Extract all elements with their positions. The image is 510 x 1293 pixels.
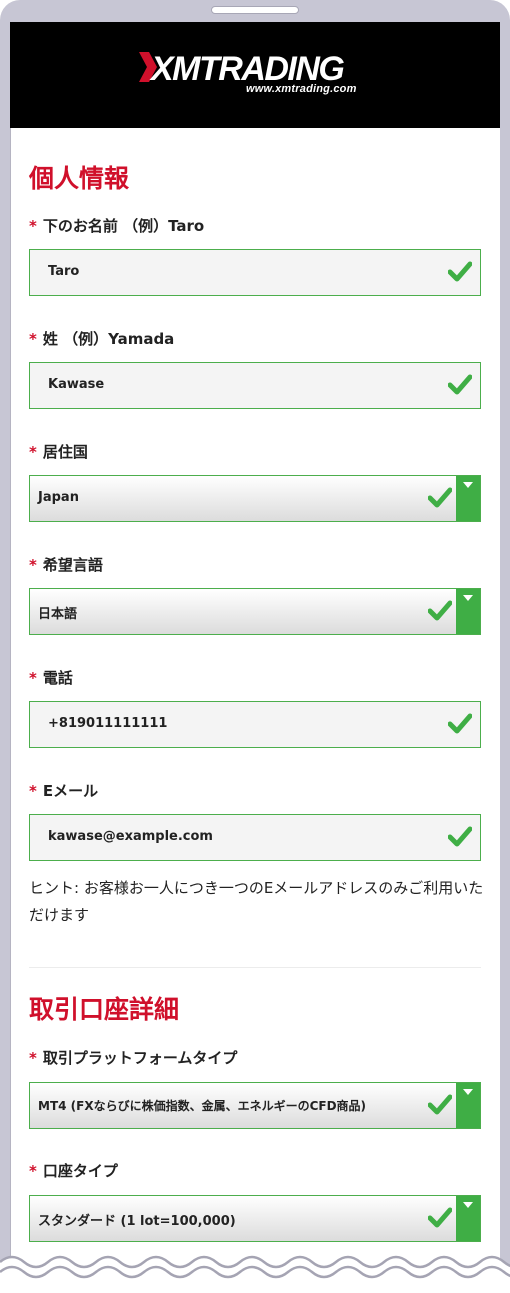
required-marker: * bbox=[29, 1162, 37, 1180]
checkmark-icon bbox=[448, 261, 472, 282]
last-name-field[interactable]: Kawase bbox=[29, 362, 481, 409]
torn-edge bbox=[0, 1255, 510, 1293]
dropdown-button[interactable] bbox=[456, 1196, 480, 1241]
dropdown-button[interactable] bbox=[456, 589, 480, 634]
section-divider bbox=[29, 967, 481, 968]
email-label-text: Eメール bbox=[42, 782, 99, 800]
caret-down-icon bbox=[463, 1202, 473, 1208]
last-name-label-text: 姓 （例）Yamada bbox=[42, 330, 175, 348]
first-name-value: Taro bbox=[48, 264, 80, 279]
language-label: * 希望言語 bbox=[29, 554, 103, 575]
checkmark-icon bbox=[448, 713, 472, 734]
first-name-field[interactable]: Taro bbox=[29, 249, 481, 296]
required-marker: * bbox=[29, 556, 37, 574]
email-value: kawase@example.com bbox=[48, 829, 213, 844]
checkmark-icon bbox=[428, 600, 452, 621]
brand-url[interactable]: www.xmtrading.com bbox=[246, 83, 357, 95]
platform-label: * 取引プラットフォームタイプ bbox=[29, 1047, 237, 1068]
dropdown-button[interactable] bbox=[456, 476, 480, 521]
last-name-label: * 姓 （例）Yamada bbox=[29, 328, 174, 349]
phone-field[interactable]: +819011111111 bbox=[29, 701, 481, 748]
required-marker: * bbox=[29, 330, 37, 348]
country-value: Japan bbox=[38, 490, 79, 505]
caret-down-icon bbox=[463, 595, 473, 601]
platform-select[interactable]: MT4 (FXならびに株価指数、金属、エネルギーのCFD商品) bbox=[29, 1082, 481, 1129]
caret-down-icon bbox=[463, 482, 473, 488]
checkmark-icon bbox=[428, 487, 452, 508]
country-select[interactable]: Japan bbox=[29, 475, 481, 522]
phone-label: * 電話 bbox=[29, 667, 73, 688]
screen: XMTRADING www.xmtrading.com 個人情報 * 下のお名前 … bbox=[10, 22, 500, 1293]
caret-down-icon bbox=[463, 1089, 473, 1095]
account-type-select[interactable]: スタンダード (1 lot=100,000) bbox=[29, 1195, 481, 1242]
checkmark-icon bbox=[428, 1094, 452, 1115]
platform-label-text: 取引プラットフォームタイプ bbox=[42, 1049, 238, 1067]
account-type-label: * 口座タイプ bbox=[29, 1160, 118, 1181]
speaker-grille bbox=[211, 6, 299, 14]
checkmark-icon bbox=[448, 374, 472, 395]
required-marker: * bbox=[29, 443, 37, 461]
country-label-text: 居住国 bbox=[42, 443, 88, 461]
account-type-value: スタンダード (1 lot=100,000) bbox=[38, 1214, 236, 1229]
logo-text-graphic: XMTRADING bbox=[139, 50, 346, 84]
section-title-account: 取引口座詳細 bbox=[29, 995, 180, 1024]
first-name-label: * 下のお名前 （例）Taro bbox=[29, 215, 204, 236]
required-marker: * bbox=[29, 1049, 37, 1067]
last-name-value: Kawase bbox=[48, 377, 105, 392]
device-bezel: XMTRADING www.xmtrading.com 個人情報 * 下のお名前 … bbox=[0, 0, 510, 1293]
country-label: * 居住国 bbox=[29, 441, 88, 462]
logo-wordmark: XMTRADING bbox=[149, 50, 344, 84]
phone-value: +819011111111 bbox=[48, 716, 168, 731]
section-title-personal: 個人情報 bbox=[29, 164, 130, 193]
phone-label-text: 電話 bbox=[42, 669, 73, 687]
language-value: 日本語 bbox=[38, 607, 78, 622]
account-type-label-text: 口座タイプ bbox=[42, 1162, 118, 1180]
checkmark-icon bbox=[428, 1207, 452, 1228]
site-header: XMTRADING www.xmtrading.com bbox=[10, 22, 500, 128]
phone-frame: XMTRADING www.xmtrading.com 個人情報 * 下のお名前 … bbox=[0, 0, 510, 1293]
email-label: * Eメール bbox=[29, 780, 98, 801]
required-marker: * bbox=[29, 669, 37, 687]
required-marker: * bbox=[29, 782, 37, 800]
required-marker: * bbox=[29, 217, 37, 235]
checkmark-icon bbox=[448, 826, 472, 847]
email-field[interactable]: kawase@example.com bbox=[29, 814, 481, 861]
language-label-text: 希望言語 bbox=[42, 556, 103, 574]
platform-value: MT4 (FXならびに株価指数、金属、エネルギーのCFD商品) bbox=[38, 1099, 367, 1113]
email-hint: ヒント: お客様お一人につき一つのEメールアドレスのみご利用いただけます bbox=[29, 879, 484, 924]
language-select[interactable]: 日本語 bbox=[29, 588, 481, 635]
dropdown-button[interactable] bbox=[456, 1083, 480, 1128]
first-name-label-text: 下のお名前 （例）Taro bbox=[42, 217, 205, 235]
